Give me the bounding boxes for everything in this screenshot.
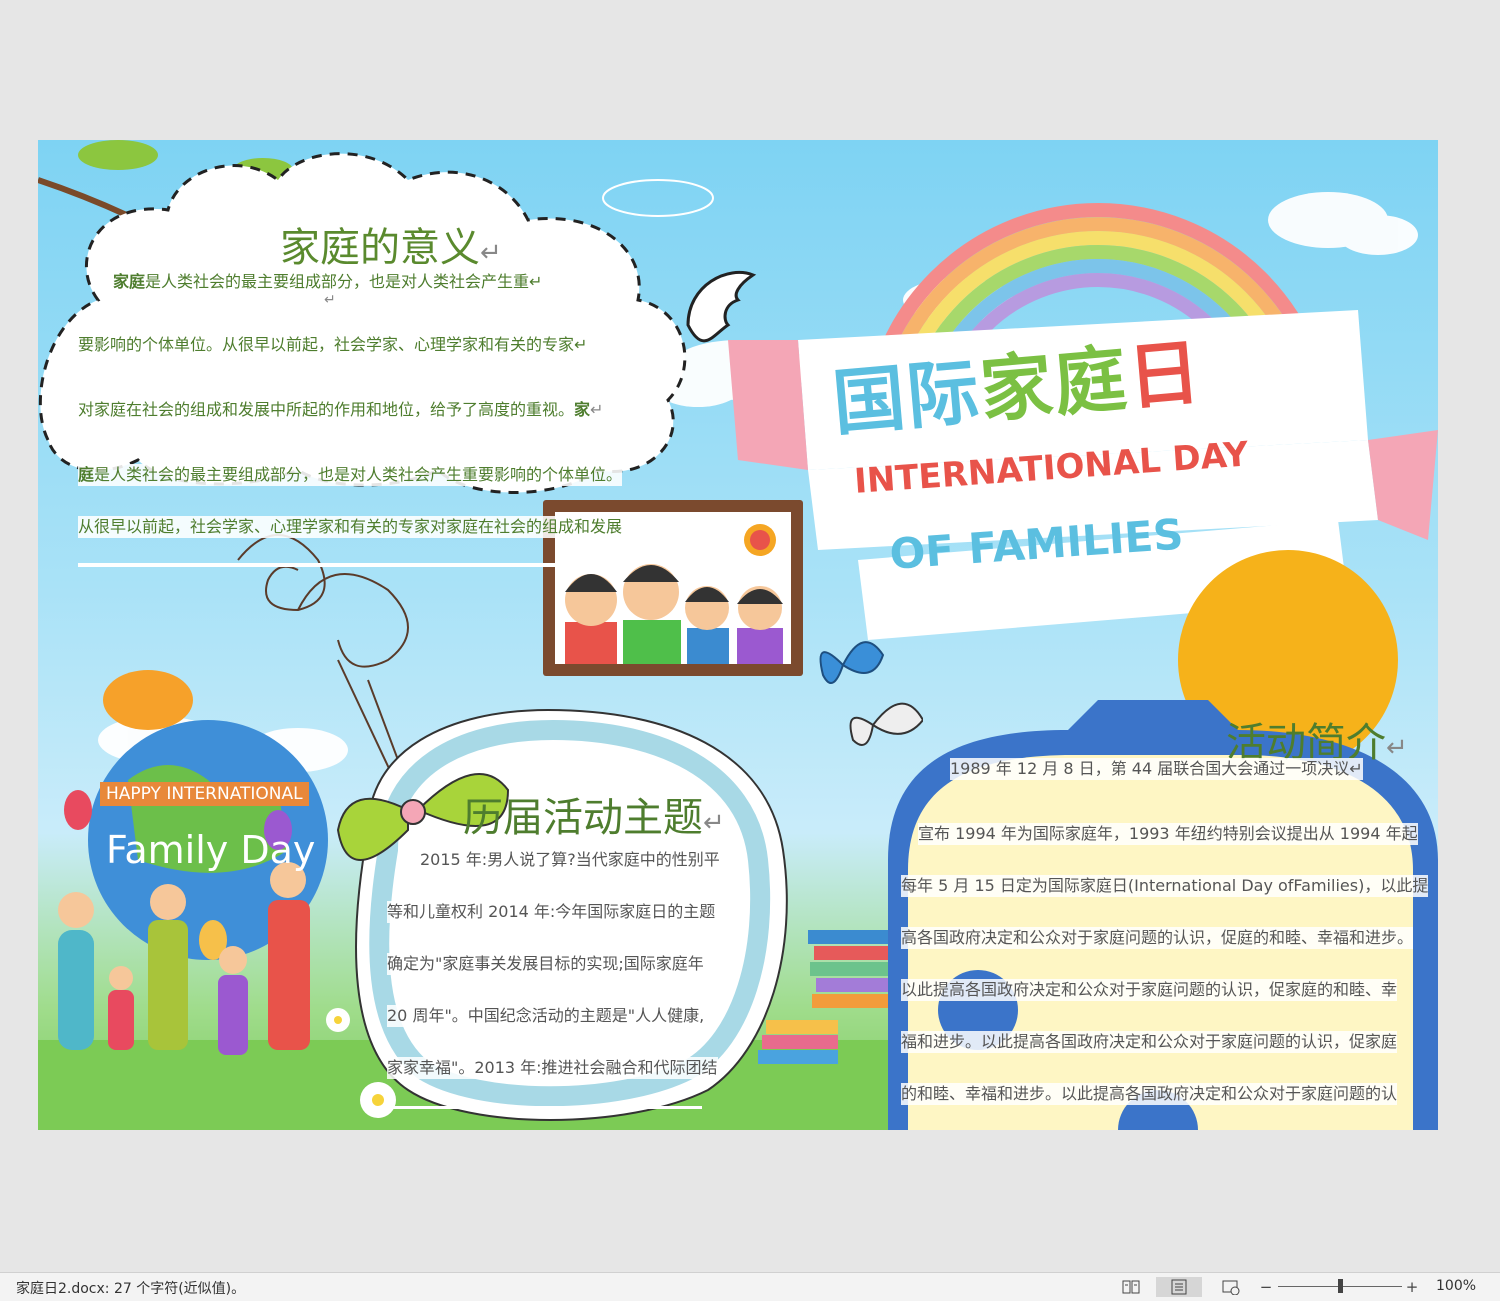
section1-line2[interactable]: 要影响的个体单位。从很早以前起，社会学家、心理学家和有关的专家↵ [78,334,588,356]
document-info: 家庭日2.docx: 27 个字符(近似值)。 [16,1281,246,1297]
paragraph-mark: ↵ [324,292,336,308]
section2-line5[interactable]: 家家幸福"。2013 年:推进社会融合和代际团结 [387,1057,718,1079]
section3-line1[interactable]: 1989 年 12 月 8 日，第 44 届联合国大会通过一项决议↵ [950,758,1363,780]
section3-line3[interactable]: 每年 5 月 15 日定为国际家庭日(International Day ofF… [901,875,1429,897]
cloud-panel-frame [38,152,687,494]
paragraph-mark: ↵ [703,808,725,838]
web-layout-icon[interactable] [1218,1277,1244,1297]
section3-line4[interactable]: 高各国政府决定和公众对于家庭问题的认识，促庭的和睦、幸福和进步。 [901,927,1414,949]
zoom-slider[interactable] [1278,1279,1402,1293]
zoom-level[interactable]: 100% [1436,1278,1476,1294]
section3-line7[interactable]: 的和睦、幸福和进步。以此提高各国政府决定和公众对于家庭问题的认 [901,1083,1398,1105]
document-page[interactable]: 国际家庭日 INTERNATIONAL DAY OF FAMILIES HAPP… [38,140,1438,1130]
status-bar: 家庭日2.docx: 27 个字符(近似值)。 − + 100% [0,1272,1500,1301]
section2-title: 历届活动主题↵ [463,795,725,841]
text-frame-border [387,1106,702,1109]
section2-line1[interactable]: 2015 年:男人说了算?当代家庭中的性别平 [420,849,720,871]
section1-line5[interactable]: 从很早以前起，社会学家、心理学家和有关的专家对家庭在社会的组成和发展 [78,516,623,538]
wing-icon [686,270,757,343]
text-frame-border [78,563,588,567]
section2-line2[interactable]: 等和儿童权利 2014 年:今年国际家庭日的主题 [387,901,716,923]
zoom-out-button[interactable]: − [1258,1277,1274,1297]
section1-line3[interactable]: 对家庭在社会的组成和发展中所起的作用和地位，给予了高度的重视。家↵ [78,399,604,421]
paragraph-mark: ↵ [1386,733,1408,763]
sign-family-day: Family Day [106,828,316,872]
section3-line6[interactable]: 福和进步。以此提高各国政府决定和公众对于家庭问题的认识，促家庭 [901,1031,1398,1053]
section1-line4[interactable]: 庭是人类社会的最主要组成部分，也是对人类社会产生重要影响的个体单位。 [78,464,623,486]
section3-line5[interactable]: 以此提高各国政府决定和公众对于家庭问题的认识，促家庭的和睦、幸 [901,979,1398,1001]
section3-line2[interactable]: 宣布 1994 年为国际家庭年，1993 年纽约特别会议提出从 1994 年起 [918,823,1418,845]
paragraph-mark: ↵ [480,238,502,268]
sign-happy-international: HAPPY INTERNATIONAL [100,782,309,806]
section2-line4[interactable]: 20 周年"。中国纪念活动的主题是"人人健康, [387,1005,705,1027]
print-layout-icon[interactable] [1156,1277,1202,1297]
zoom-in-button[interactable]: + [1404,1277,1420,1297]
section1-title-text: 家庭的意义 [280,225,480,271]
read-mode-icon[interactable] [1118,1277,1144,1297]
zoom-slider-thumb[interactable] [1337,1279,1343,1293]
section2-line3[interactable]: 确定为"家庭事关发展目标的实现;国际家庭年 [387,953,704,975]
section1-line1[interactable]: 家庭是人类社会的最主要组成部分，也是对人类社会产生重↵ [113,268,542,292]
section1-title: 家庭的意义↵ [280,215,502,273]
document-workspace: 国际家庭日 INTERNATIONAL DAY OF FAMILIES HAPP… [0,0,1500,1272]
